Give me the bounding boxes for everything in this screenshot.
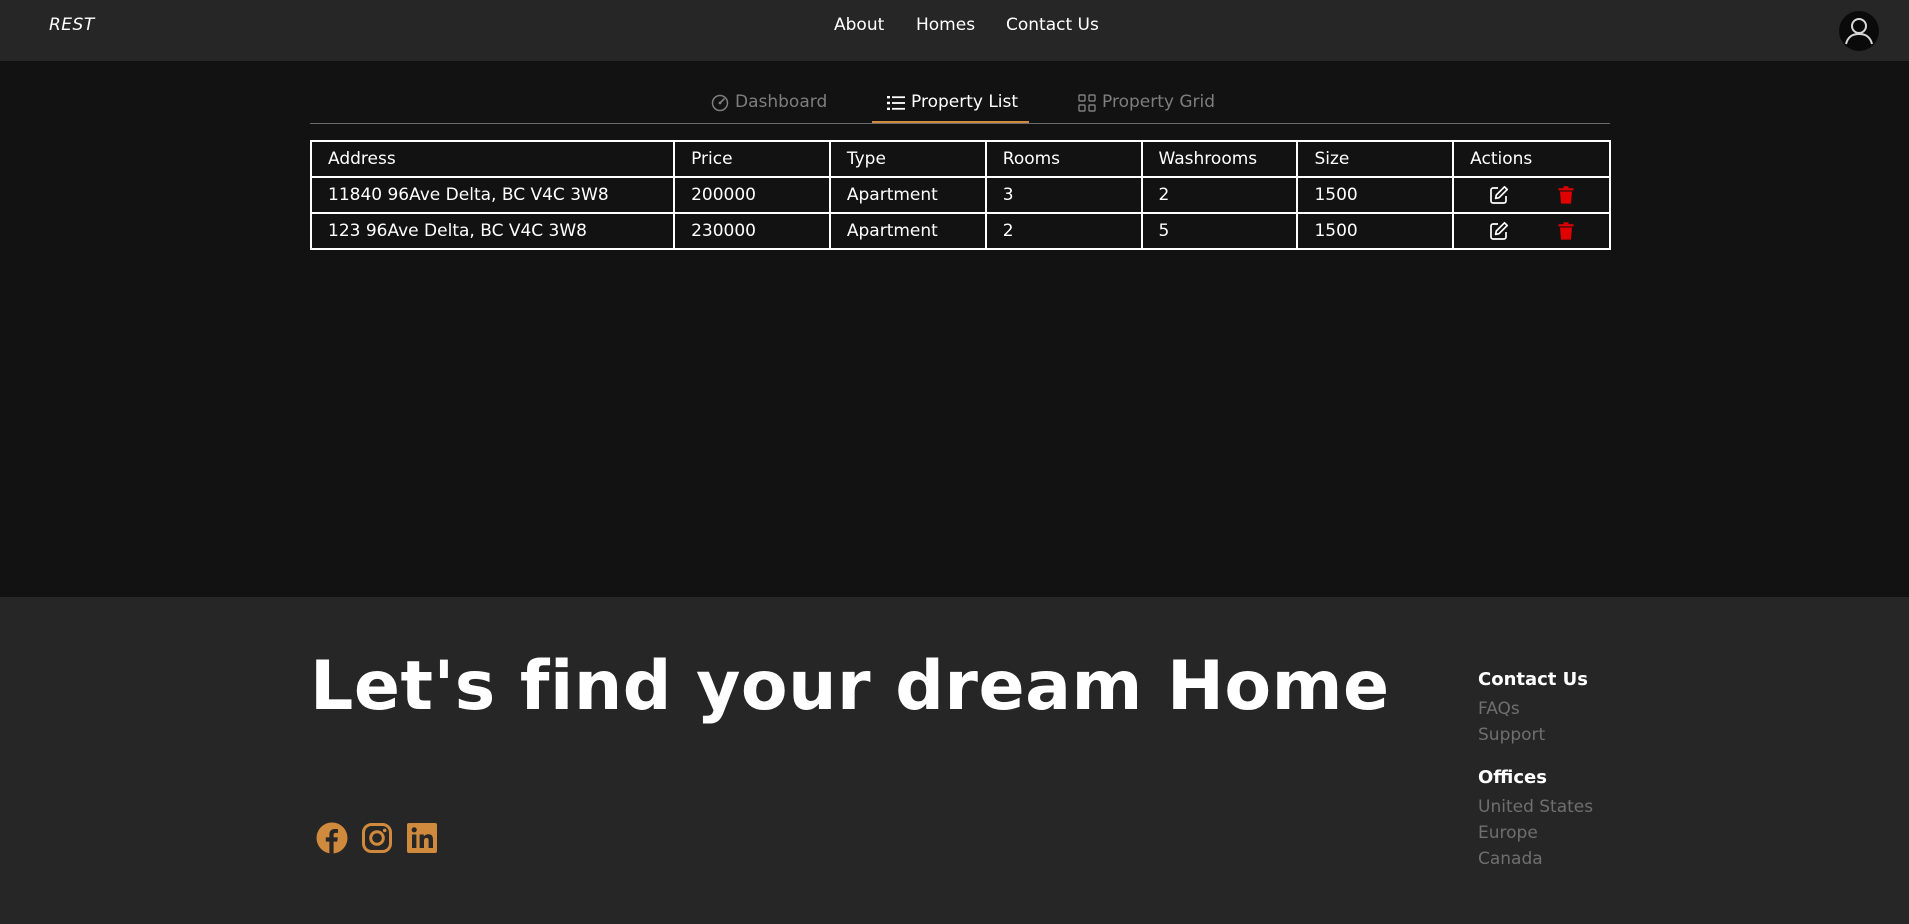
- footer-link-europe[interactable]: Europe: [1478, 820, 1593, 846]
- cell-address: 11840 96Ave Delta, BC V4C 3W8: [309, 176, 676, 214]
- nav-about[interactable]: About: [834, 15, 884, 35]
- facebook-icon[interactable]: [316, 822, 348, 854]
- cell-price: 200000: [673, 176, 831, 214]
- cell-type: Apartment: [828, 176, 987, 214]
- table-row: 123 96Ave Delta, BC V4C 3W8 230000 Apart…: [309, 212, 1611, 250]
- column-header-size[interactable]: Size: [1296, 140, 1455, 178]
- footer-link-support[interactable]: Support: [1478, 722, 1588, 748]
- footer-offices-column: Offices United States Europe Canada: [1478, 767, 1593, 872]
- cell-actions: [1452, 212, 1611, 250]
- footer-tagline: Let's find your dream Home: [310, 647, 1390, 726]
- view-tabs: Dashboard Property List Property Grid: [310, 88, 1610, 124]
- cell-type: Apartment: [828, 212, 987, 250]
- tab-property-grid-label: Property Grid: [1102, 92, 1216, 112]
- footer: Let's find your dream Home Contact Us FA…: [0, 597, 1909, 924]
- delete-icon[interactable]: [1558, 186, 1574, 204]
- speedometer-icon: [711, 94, 729, 112]
- delete-icon[interactable]: [1558, 222, 1574, 240]
- column-header-rooms[interactable]: Rooms: [984, 140, 1143, 178]
- nav-contact-us[interactable]: Contact Us: [1006, 15, 1099, 35]
- grid-icon: [1078, 94, 1096, 112]
- table-row: 11840 96Ave Delta, BC V4C 3W8 200000 Apa…: [309, 176, 1611, 214]
- table-header-row: Address Price Type Rooms Washrooms Size …: [309, 140, 1611, 178]
- column-header-type[interactable]: Type: [828, 140, 987, 178]
- tab-dashboard[interactable]: Dashboard: [711, 92, 827, 123]
- cell-rooms: 2: [984, 212, 1143, 250]
- cell-actions: [1452, 176, 1611, 214]
- column-header-address[interactable]: Address: [309, 140, 676, 178]
- cell-washrooms: 5: [1140, 212, 1299, 250]
- tab-property-grid[interactable]: Property Grid: [1078, 92, 1215, 123]
- property-table: Address Price Type Rooms Washrooms Size …: [309, 140, 1611, 250]
- cell-address: 123 96Ave Delta, BC V4C 3W8: [309, 212, 676, 250]
- social-links: [316, 822, 438, 854]
- footer-contact-heading: Contact Us: [1478, 669, 1589, 690]
- footer-contact-column: Contact Us FAQs Support: [1478, 669, 1588, 748]
- cell-price: 230000: [673, 212, 831, 250]
- tab-property-list-label: Property List: [911, 92, 1019, 112]
- column-header-actions: Actions: [1452, 140, 1611, 178]
- list-icon: [887, 96, 905, 110]
- nav-homes[interactable]: Homes: [916, 15, 975, 35]
- edit-icon[interactable]: [1489, 185, 1509, 205]
- brand-logo[interactable]: REST: [49, 15, 95, 35]
- cell-size: 1500: [1296, 212, 1455, 250]
- column-header-washrooms[interactable]: Washrooms: [1140, 140, 1299, 178]
- edit-icon[interactable]: [1489, 221, 1509, 241]
- cell-rooms: 3: [984, 176, 1143, 214]
- user-avatar-icon[interactable]: [1839, 11, 1879, 51]
- top-navbar: REST About Homes Contact Us: [0, 0, 1909, 61]
- tab-property-list[interactable]: Property List: [872, 92, 1029, 123]
- tab-dashboard-label: Dashboard: [735, 92, 828, 112]
- instagram-icon[interactable]: [361, 822, 393, 854]
- cell-washrooms: 2: [1140, 176, 1299, 214]
- footer-offices-heading: Offices: [1478, 767, 1547, 788]
- footer-link-faqs[interactable]: FAQs: [1478, 696, 1588, 722]
- linkedin-icon[interactable]: [406, 822, 438, 854]
- footer-link-united-states[interactable]: United States: [1478, 794, 1593, 820]
- footer-link-canada[interactable]: Canada: [1478, 846, 1593, 872]
- column-header-price[interactable]: Price: [673, 140, 831, 178]
- cell-size: 1500: [1296, 176, 1455, 214]
